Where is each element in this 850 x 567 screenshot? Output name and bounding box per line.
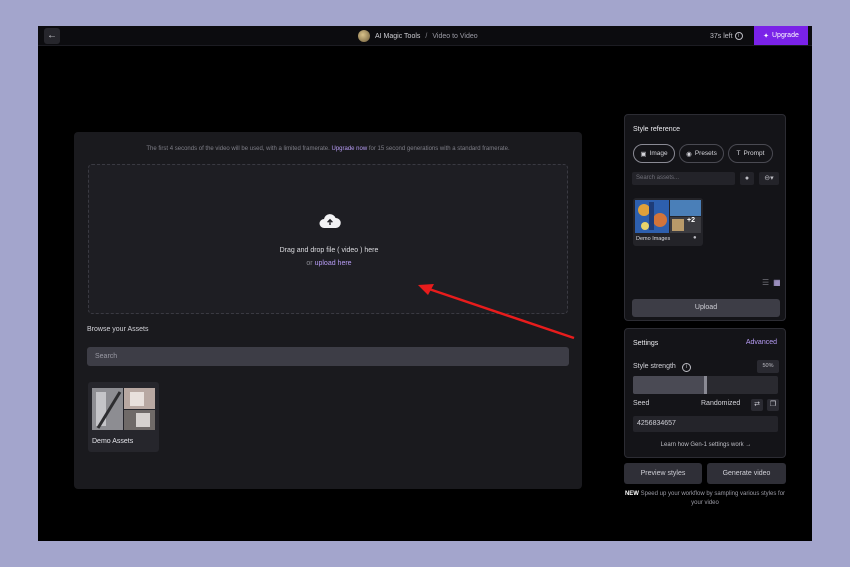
breadcrumb: AI Magic Tools / Video to Video — [358, 26, 478, 46]
dropzone-or: or — [306, 260, 313, 267]
learn-settings-link[interactable]: Learn how Gen-1 settings work → — [625, 442, 787, 448]
framerate-notice: The first 4 seconds of the video will be… — [74, 146, 582, 152]
demo-images-extra-count: +2 — [687, 217, 695, 224]
breadcrumb-page: Video to Video — [432, 32, 478, 40]
tab-prompt[interactable]: T Prompt — [728, 144, 773, 163]
tab-presets[interactable]: ◉ Presets — [679, 144, 724, 163]
advanced-settings-link[interactable]: Advanced — [746, 339, 777, 346]
tab-image-label: Image — [649, 150, 668, 157]
palette-icon: ◉ — [686, 150, 692, 158]
tab-image[interactable]: ▣ Image — [633, 144, 675, 163]
text-icon: T — [736, 150, 741, 157]
view-toggle: ☰ ▦ — [762, 278, 781, 287]
list-view-icon[interactable]: ☰ — [762, 278, 769, 287]
dropzone-text: Drag and drop file ( video ) here — [279, 247, 379, 254]
browse-assets-title: Browse your Assets — [87, 326, 149, 333]
image-icon: ▣ — [640, 150, 647, 158]
upgrade-label: Upgrade — [772, 32, 799, 39]
shuffle-icon: ⇄ — [754, 401, 760, 408]
demo-images-label: Demo Images — [636, 236, 671, 242]
upgrade-now-link[interactable]: Upgrade now — [331, 146, 367, 152]
annotation-arrow — [418, 284, 575, 340]
asset-folder-label: Demo Assets — [92, 438, 134, 445]
style-reference-panel: Style reference ▣ Image ◉ Presets T Prom… — [624, 114, 786, 321]
breadcrumb-workspace[interactable]: AI Magic Tools — [375, 33, 420, 40]
settings-panel: Settings Advanced Style strength i 50% S… — [624, 328, 786, 458]
generate-video-button[interactable]: Generate video — [707, 463, 786, 484]
cloud-upload-icon — [319, 214, 341, 228]
tab-prompt-label: Prompt — [743, 150, 765, 157]
sparkle-icon: ✦ — [763, 32, 769, 40]
filter-dropdown[interactable]: ⊖▾ — [759, 172, 779, 185]
filter-icon: ⊖▾ — [764, 175, 774, 182]
back-button[interactable]: ← — [44, 28, 60, 44]
style-strength-handle[interactable] — [704, 376, 707, 394]
style-upload-button[interactable]: Upload — [632, 299, 780, 317]
pin-icon[interactable]: ● — [693, 235, 697, 241]
style-strength-value[interactable]: 50% — [757, 360, 779, 373]
settings-title: Settings — [633, 340, 659, 347]
grid-view-icon[interactable]: ▦ — [773, 278, 781, 287]
notice-prefix: The first 4 seconds of the video will be… — [146, 146, 330, 152]
avatar[interactable] — [358, 30, 370, 42]
dropzone-subtext: or upload here — [89, 260, 569, 267]
style-asset-search-input[interactable]: Search assets... — [632, 172, 735, 185]
breadcrumb-separator: / — [425, 32, 428, 40]
seed-input[interactable]: 4256834657 — [633, 416, 778, 432]
shuffle-seed-button[interactable]: ⇄ — [751, 399, 763, 411]
randomized-label: Randomized — [701, 400, 741, 407]
tab-presets-label: Presets — [694, 150, 717, 157]
asset-search-input[interactable]: Search — [87, 347, 569, 366]
info-icon[interactable]: i — [681, 363, 691, 372]
style-reference-title: Style reference — [633, 126, 681, 133]
new-feature-text: Speed up your workflow by sampling vario… — [640, 491, 786, 506]
preview-styles-button[interactable]: Preview styles — [624, 463, 702, 484]
credits-text: 37s left — [710, 32, 733, 40]
upload-here-link[interactable]: upload here — [315, 260, 352, 267]
style-strength-label: Style strength i — [633, 363, 691, 372]
asset-folder-card[interactable]: Demo Assets — [88, 382, 159, 452]
credits-remaining: 37s left i — [710, 26, 743, 46]
style-strength-fill — [633, 376, 706, 394]
microphone-icon: ● — [744, 175, 750, 182]
copy-icon: ❐ — [769, 401, 777, 408]
app-window: ← AI Magic Tools / Video to Video 37s le… — [38, 26, 812, 541]
notice-suffix: for 15 second generations with a standar… — [368, 146, 510, 152]
info-icon[interactable]: i — [734, 32, 743, 40]
upgrade-button[interactable]: ✦ Upgrade — [754, 26, 808, 45]
copy-seed-button[interactable]: ❐ — [767, 399, 779, 411]
style-strength-slider[interactable] — [633, 376, 778, 394]
microphone-button[interactable]: ● — [740, 172, 754, 185]
top-bar: ← AI Magic Tools / Video to Video 37s le… — [38, 26, 812, 46]
asset-folder-thumbnail — [92, 388, 155, 430]
style-strength-text: Style strength — [633, 363, 676, 370]
new-badge: NEW — [624, 491, 639, 497]
seed-label: Seed — [633, 400, 650, 407]
demo-images-card[interactable]: +2 Demo Images ● — [633, 198, 703, 246]
new-feature-note: NEW Speed up your workflow by sampling v… — [622, 490, 788, 507]
arrow-left-icon: ← — [47, 30, 57, 41]
